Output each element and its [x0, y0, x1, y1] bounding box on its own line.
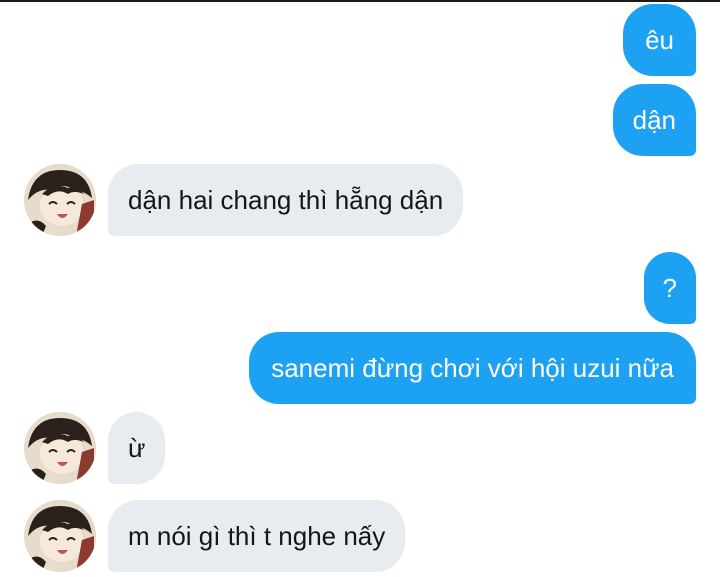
message-text: ừ: [128, 433, 146, 463]
message-bubble-received[interactable]: m nói gì thì t nghe nấy: [108, 500, 406, 572]
message-text: dận: [632, 105, 676, 135]
message-bubble-sent[interactable]: ?: [643, 252, 696, 324]
message-bubble-sent[interactable]: êu: [623, 4, 696, 76]
avatar-icon: [24, 164, 96, 236]
message-text: m nói gì thì t nghe nấy: [128, 521, 386, 551]
contact-avatar[interactable]: [24, 500, 96, 572]
contact-avatar[interactable]: [24, 164, 96, 236]
message-text: êu: [645, 25, 674, 55]
message-bubble-sent[interactable]: dận: [612, 84, 696, 156]
message-bubble-sent[interactable]: sanemi đừng chơi với hội uzui nữa: [249, 332, 696, 404]
message-text: dận hai chang thì hẵng dận: [128, 185, 444, 215]
top-divider: [0, 0, 720, 2]
avatar-icon: [24, 500, 96, 572]
contact-avatar[interactable]: [24, 412, 96, 484]
message-text: ?: [662, 273, 677, 303]
message-bubble-received[interactable]: dận hai chang thì hẵng dận: [108, 164, 464, 236]
message-bubble-received[interactable]: ừ: [108, 412, 166, 484]
avatar-icon: [24, 412, 96, 484]
message-text: sanemi đừng chơi với hội uzui nữa: [271, 353, 674, 383]
